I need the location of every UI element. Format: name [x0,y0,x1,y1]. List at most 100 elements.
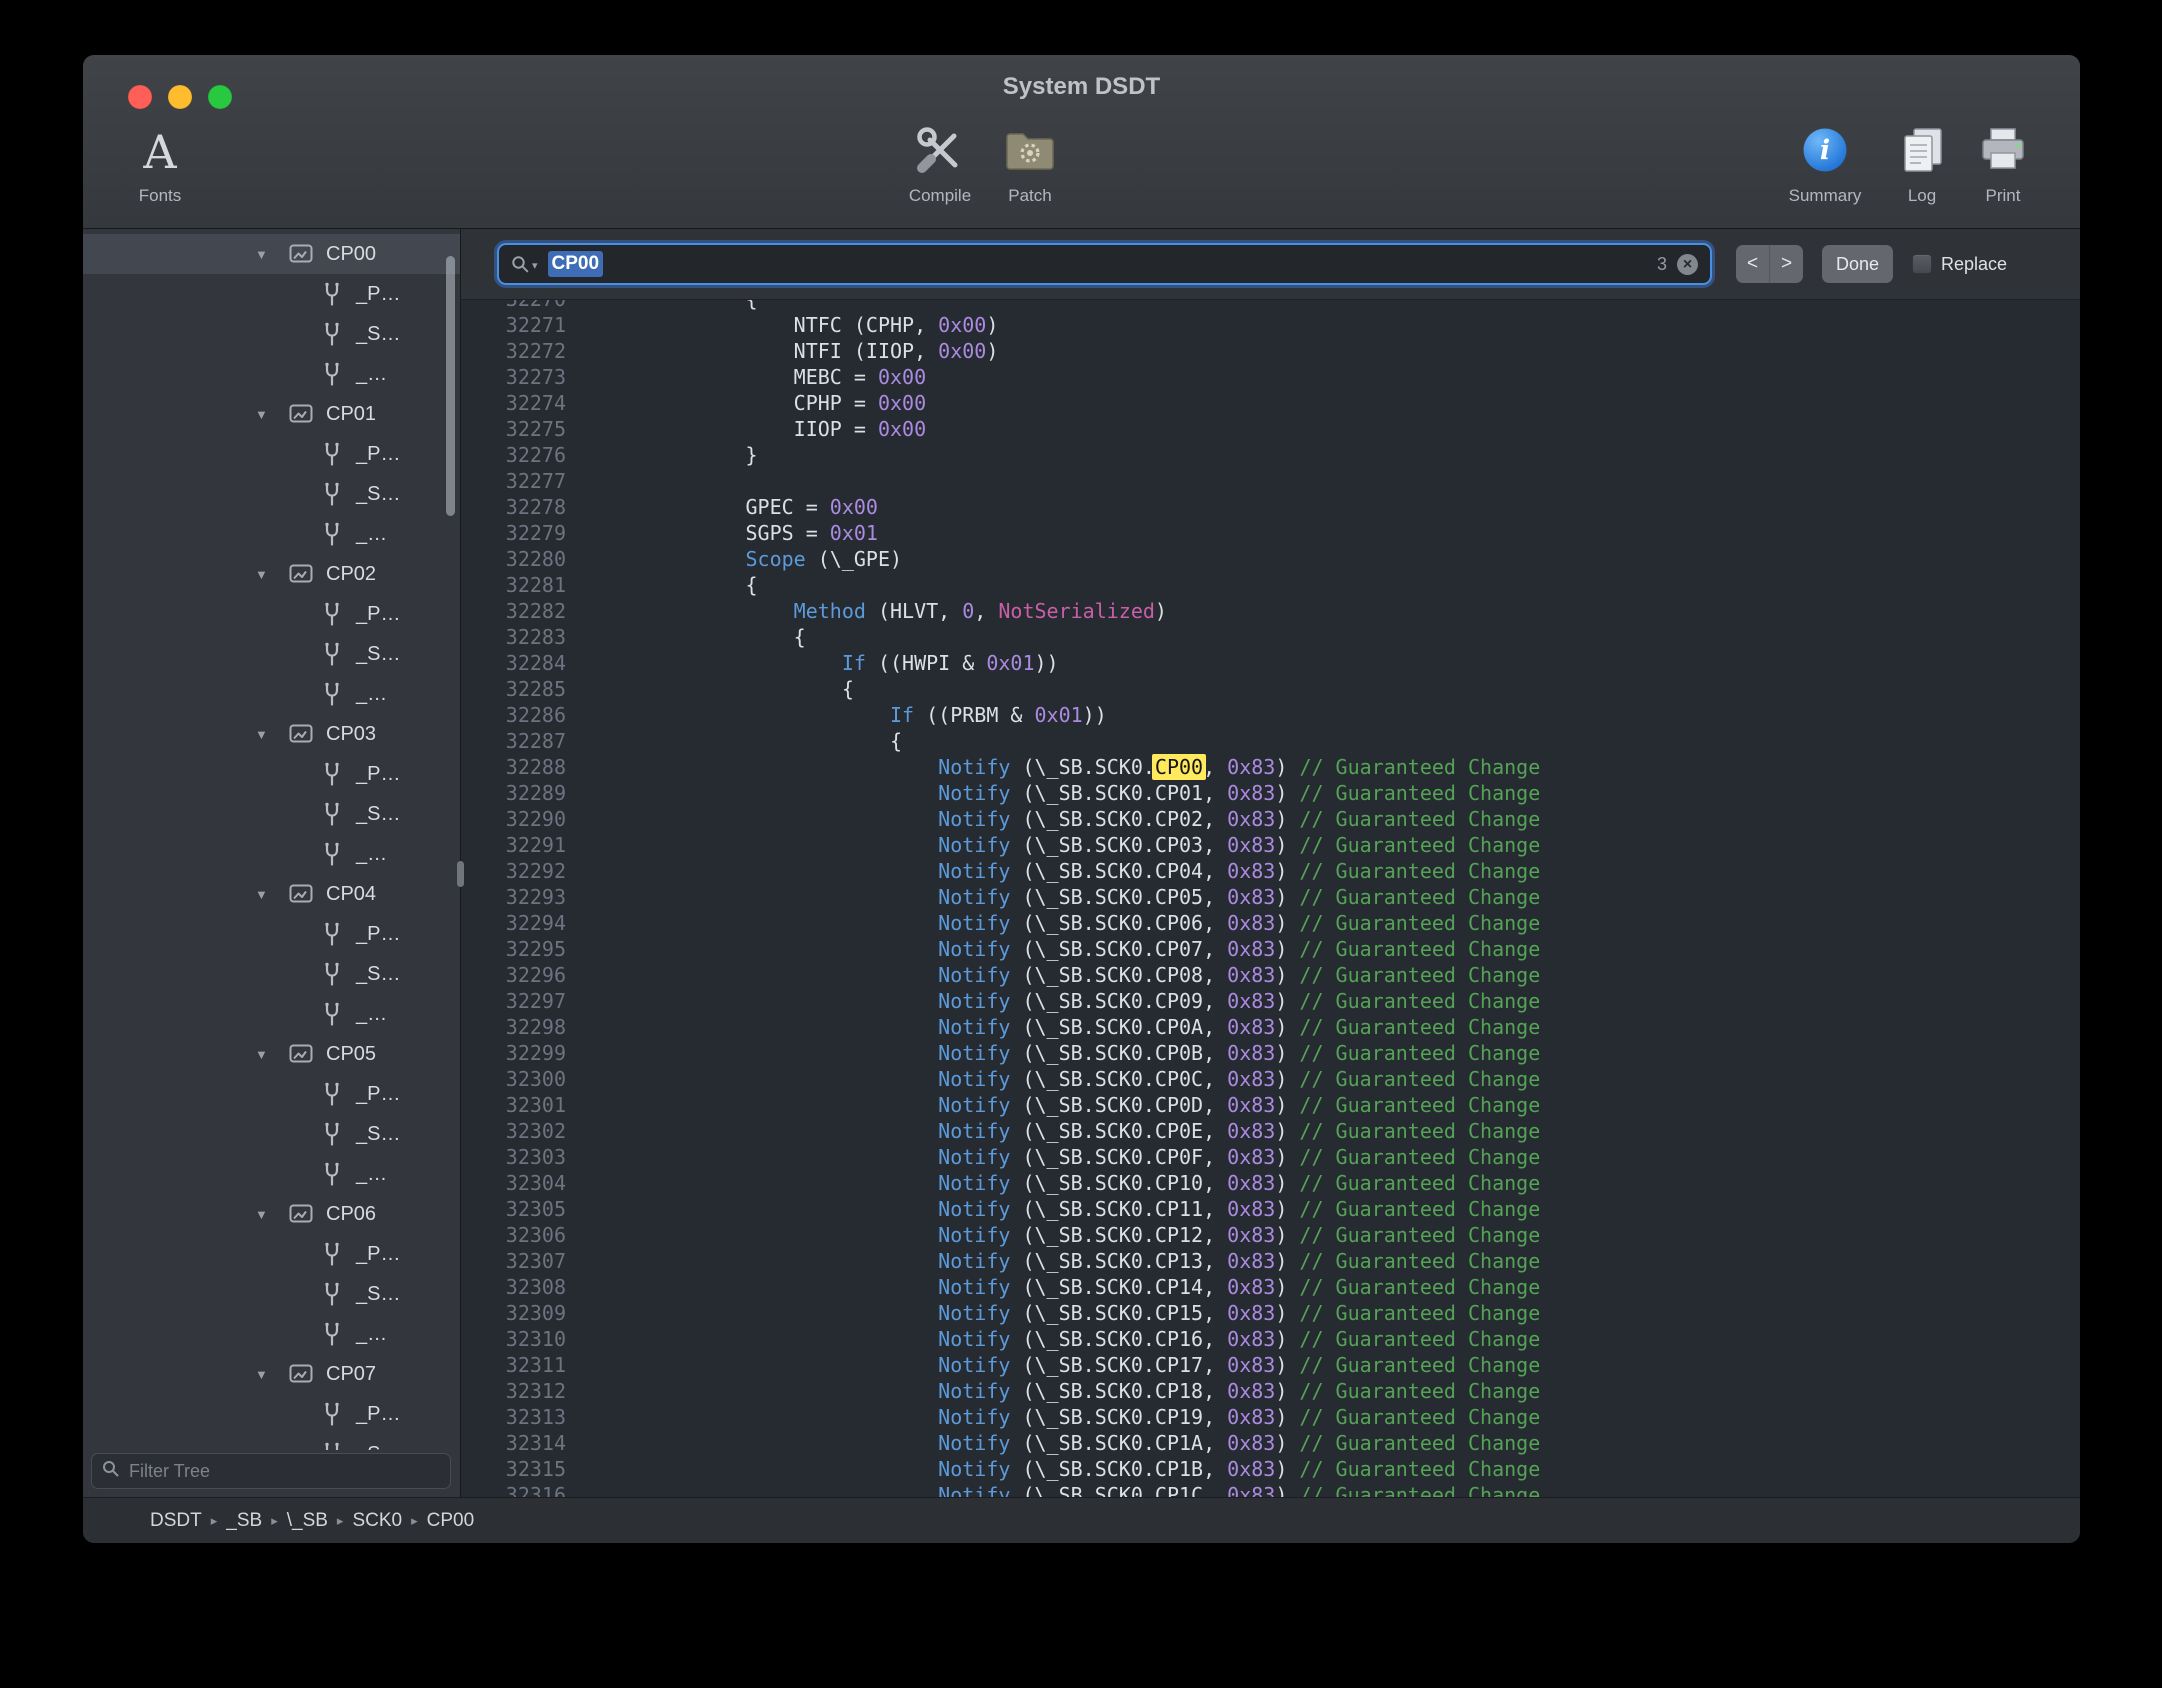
breadcrumb-item[interactable]: SCK0 [352,1510,402,1532]
tree-item-child[interactable]: _… [83,994,460,1034]
tree-item-child[interactable]: _… [83,354,460,394]
line-number: 32283 [461,624,566,650]
tree-item-label: _P… [356,603,400,626]
minimize-button[interactable] [168,85,192,109]
find-query-text: CP00 [548,251,604,277]
tree-item-child[interactable]: _… [83,834,460,874]
tree-item-cp05[interactable]: ▼CP05 [83,1034,460,1074]
window-title: System DSDT [83,55,2080,119]
tree-item-cp07[interactable]: ▼CP07 [83,1354,460,1394]
tree-item-child[interactable]: _… [83,514,460,554]
line-number: 32307 [461,1248,566,1274]
summary-button[interactable]: i Summary [1780,119,1870,206]
tree-item-child[interactable]: _S… [83,314,460,354]
code-line: 32283 { [461,624,2080,650]
tree-item-child[interactable]: _P… [83,1394,460,1434]
search-menu-chevron-icon[interactable]: ▾ [532,259,538,272]
tree-item-child[interactable]: _P… [83,914,460,954]
disclosure-triangle-icon[interactable]: ▼ [255,247,289,262]
tree-item-label: _S… [356,1283,400,1306]
pane-splitter-handle[interactable] [457,861,464,887]
breadcrumb-item[interactable]: _SB [226,1510,262,1532]
tree-item-child[interactable]: _P… [83,1074,460,1114]
tree-item-label: CP06 [326,1203,376,1226]
sidebar-scrollbar[interactable] [446,256,455,516]
line-number: 32316 [461,1482,566,1498]
code-line: 32287 { [461,728,2080,754]
patch-button[interactable]: Patch [985,119,1075,206]
app-window: System DSDT A Fonts [83,55,2080,1543]
log-button[interactable]: Log [1877,119,1967,206]
code-line: 32271 NTFC (CPHP, 0x00) [461,312,2080,338]
tree-item-child[interactable]: _… [83,1314,460,1354]
line-number: 32279 [461,520,566,546]
breadcrumb-item[interactable]: \_SB [287,1510,328,1532]
compile-button[interactable]: Compile [895,119,985,206]
tree-item-cp02[interactable]: ▼CP02 [83,554,460,594]
tree-item-child[interactable]: _… [83,674,460,714]
code-line: 32280 Scope (\_GPE) [461,546,2080,572]
line-number: 32286 [461,702,566,728]
tree-item-label: CP00 [326,243,376,266]
close-button[interactable] [128,85,152,109]
zoom-button[interactable] [208,85,232,109]
disclosure-triangle-icon[interactable]: ▼ [255,1367,289,1382]
tree-item-child[interactable]: _… [83,1154,460,1194]
tree-item-child[interactable]: _P… [83,434,460,474]
find-next-button[interactable]: > [1769,245,1803,283]
disclosure-triangle-icon[interactable]: ▼ [255,887,289,902]
disclosure-triangle-icon[interactable]: ▼ [255,567,289,582]
code-line: 32298 Notify (\_SB.SCK0.CP0A, 0x83) // G… [461,1014,2080,1040]
disclosure-triangle-icon[interactable]: ▼ [255,407,289,422]
code-editor[interactable]: 32270 {32271 NTFC (CPHP, 0x00)32272 NTFI… [461,300,2080,1498]
log-label: Log [1908,186,1936,206]
method-icon [321,321,343,347]
scope-icon [289,724,313,744]
tree-item-child[interactable]: _P… [83,274,460,314]
tree-item-child[interactable]: _S… [83,1434,460,1450]
print-button[interactable]: Print [1958,119,2048,206]
replace-checkbox[interactable] [1912,254,1932,274]
tree-item-child[interactable]: _S… [83,954,460,994]
desktop-background: System DSDT A Fonts [0,0,2162,1688]
find-previous-button[interactable]: < [1736,245,1769,283]
tree-item-child[interactable]: _S… [83,794,460,834]
line-number: 32293 [461,884,566,910]
tree-item-child[interactable]: _P… [83,1234,460,1274]
filter-tree-field[interactable] [91,1453,451,1489]
fonts-button[interactable]: A Fonts [115,119,205,206]
tree-item-label: _… [356,1163,387,1186]
method-icon [321,921,343,947]
tree-item-child[interactable]: _S… [83,1274,460,1314]
tree-item-label: _P… [356,1243,400,1266]
done-button[interactable]: Done [1822,245,1893,283]
tree-item-child[interactable]: _P… [83,594,460,634]
code-line: 32270 { [461,300,2080,312]
clear-search-icon[interactable]: × [1677,254,1698,275]
tree-item-child[interactable]: _S… [83,474,460,514]
tree-item-cp03[interactable]: ▼ CP03 [83,714,460,754]
disclosure-triangle-icon[interactable]: ▼ [255,727,289,742]
method-icon [321,1321,343,1347]
breadcrumb-item[interactable]: CP00 [427,1510,475,1532]
tree-item-cp06[interactable]: ▼ CP06 [83,1194,460,1234]
tree-item-child[interactable]: _P… [83,754,460,794]
code-line: 32292 Notify (\_SB.SCK0.CP04, 0x83) // G… [461,858,2080,884]
find-prev-next-control: < > [1736,245,1803,283]
disclosure-triangle-icon[interactable]: ▼ [255,1047,289,1062]
replace-label[interactable]: Replace [1941,254,2007,275]
find-search-field[interactable]: ▾ CP00 3 × [497,243,1712,285]
titlebar[interactable]: System DSDT [83,55,2080,117]
tree-item-child[interactable]: _S… [83,1114,460,1154]
tree-item-cp00[interactable]: ▼ CP00 [83,234,460,274]
breadcrumb-item[interactable]: DSDT [150,1510,202,1532]
tree-item-cp04[interactable]: ▼CP04 [83,874,460,914]
filter-tree-input[interactable] [127,1460,440,1483]
tree-item-child[interactable]: _S… [83,634,460,674]
tree-item-label: CP03 [326,723,376,746]
code-line: 32288 Notify (\_SB.SCK0.CP00, 0x83) // G… [461,754,2080,780]
tree-item-label: _P… [356,1083,400,1106]
disclosure-triangle-icon[interactable]: ▼ [255,1207,289,1222]
tree-item-cp01[interactable]: ▼CP01 [83,394,460,434]
scope-icon [289,564,313,584]
